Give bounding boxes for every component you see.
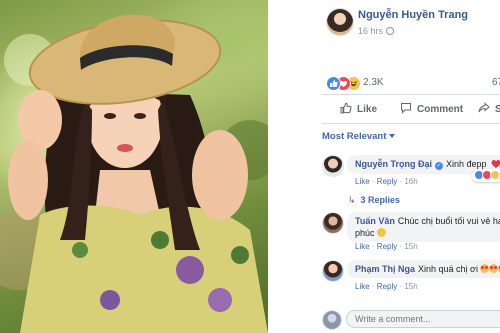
comment-reply-link[interactable]: Reply — [377, 177, 397, 186]
comment-button[interactable]: Comment — [400, 102, 463, 117]
like-reaction-icon — [326, 76, 341, 91]
comment-time[interactable]: 16h — [404, 177, 417, 186]
share-button-label: S — [495, 104, 500, 115]
comment-meta: Like · Reply · 16h — [355, 177, 418, 186]
divider — [322, 123, 500, 124]
comment-text: Xinh đepp — [446, 159, 487, 169]
heart-eyes-emoji — [480, 264, 490, 273]
comment-like-link[interactable]: Like — [355, 282, 370, 291]
view-replies-link[interactable]: ↳ 3 Replies — [348, 195, 400, 206]
comment-like-link[interactable]: Like — [355, 242, 370, 251]
comment-bubble-icon — [400, 102, 412, 117]
author-name[interactable]: Nguyễn Huyền Trang — [358, 9, 468, 21]
replies-label: 3 Replies — [360, 195, 401, 205]
comment-count[interactable]: 67 C — [492, 77, 500, 88]
comment-bubble: Tuấn VănChúc chị buổi tối vui vẻ hạnh ph… — [347, 212, 500, 242]
comment-reply-link[interactable]: Reply — [377, 242, 397, 251]
write-comment-row — [322, 308, 500, 330]
verified-badge-icon: ✓ — [435, 162, 444, 170]
reply-arrow-icon: ↳ — [348, 195, 356, 205]
comment-bubble: Phạm Thị Nga Xinh quá chị ơi — [347, 260, 500, 278]
commenter-avatar[interactable] — [322, 155, 344, 177]
haha-mini-icon — [490, 170, 500, 180]
comment-meta: Like · Reply · 15h — [355, 282, 418, 291]
author-avatar[interactable] — [326, 8, 354, 36]
share-button[interactable]: S — [478, 102, 500, 117]
write-comment-input[interactable] — [346, 310, 500, 328]
commenter-name[interactable]: Nguyễn Trọng Đại — [355, 159, 432, 169]
comment-button-label: Comment — [417, 104, 464, 115]
thumbs-up-icon — [340, 102, 352, 117]
comment-text: Chúc chị buổi tối vui vẻ hạnh — [397, 216, 500, 226]
comment-text: Xinh quá chị ơi — [418, 264, 478, 274]
post-actions: Like Comment S — [322, 96, 500, 124]
divider — [322, 94, 500, 95]
comment-sort-dropdown[interactable]: Most Relevant — [322, 131, 396, 142]
comment-sort-label: Most Relevant — [322, 131, 387, 142]
post-photo[interactable] — [0, 0, 268, 333]
like-button[interactable]: Like — [340, 102, 377, 117]
reactions-summary[interactable]: 2.3K 67 C — [326, 76, 500, 92]
share-arrow-icon — [478, 102, 490, 117]
comment-meta: Like · Reply · 15h — [355, 242, 418, 251]
globe-icon — [386, 27, 395, 35]
post-timestamp[interactable]: 16 hrs — [358, 26, 395, 36]
like-button-label: Like — [357, 104, 378, 115]
post-time-text: 16 hrs — [358, 26, 384, 36]
woman-in-straw-hat-image — [0, 14, 268, 333]
comment-text-line2: phúc — [355, 228, 375, 238]
caret-down-icon — [389, 134, 396, 138]
comment-time[interactable]: 15h — [404, 282, 417, 291]
comment-reactions[interactable]: 65 — [472, 169, 500, 182]
post-panel: Nguyễn Huyền Trang 16 hrs 2.3K 67 C Like… — [268, 0, 500, 333]
post-header: Nguyễn Huyền Trang 16 hrs — [268, 0, 500, 48]
comment-like-link[interactable]: Like — [355, 177, 370, 186]
heart-eyes-emoji — [489, 264, 499, 273]
commenter-avatar[interactable] — [322, 212, 344, 234]
commenter-name[interactable]: Tuấn Văn — [355, 216, 395, 226]
comment-time[interactable]: 15h — [404, 242, 417, 251]
comment-reply-link[interactable]: Reply — [377, 282, 397, 291]
reaction-count: 2.3K — [363, 77, 384, 88]
commenter-avatar[interactable] — [322, 260, 344, 282]
smiling-face-emoji — [377, 228, 387, 237]
commenter-name[interactable]: Phạm Thị Nga — [355, 264, 415, 274]
current-user-avatar — [322, 310, 342, 330]
